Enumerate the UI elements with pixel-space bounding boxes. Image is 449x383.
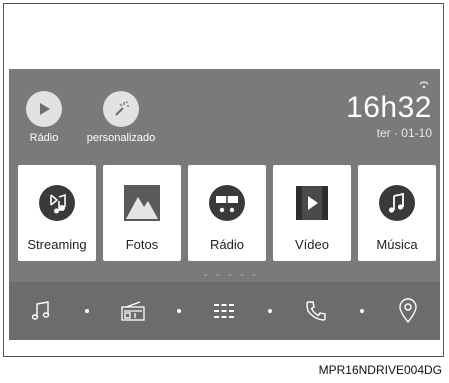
app-tile-fotos[interactable]: Fotos [103, 165, 181, 261]
quick-action-label: personalizado [86, 132, 156, 144]
clock-time: 16h32 [346, 91, 432, 124]
app-tile-label: Fotos [125, 237, 159, 252]
app-tile-label: Streaming [27, 237, 87, 252]
top-bar: Rádio personalizado 16h32 ter · 01-10 [9, 69, 440, 164]
dock-separator [176, 309, 181, 313]
app-tile-label: Música [376, 237, 418, 252]
phone-icon[interactable] [296, 291, 336, 331]
play-icon [26, 91, 62, 127]
app-tile-label: Vídeo [295, 237, 329, 252]
dock-separator [268, 309, 273, 313]
infotainment-screen: Rádio personalizado 16h32 ter · 01-10 St… [9, 69, 440, 340]
quick-action-label: Rádio [29, 132, 59, 144]
music-icon[interactable] [21, 291, 61, 331]
radio-icon[interactable] [113, 291, 153, 331]
dock-separator [84, 309, 89, 313]
video-icon [273, 183, 351, 223]
app-tile-musica[interactable]: Música [358, 165, 436, 261]
app-tile-radio[interactable]: Rádio [188, 165, 266, 261]
app-tile-label: Rádio [210, 237, 244, 252]
dock-separator [360, 309, 365, 313]
quick-action-radio[interactable]: Rádio [14, 91, 74, 144]
app-tile-video[interactable]: Vídeo [273, 165, 351, 261]
bottom-dock [9, 282, 440, 340]
music-note-icon [358, 183, 436, 223]
app-tile-streaming[interactable]: Streaming [18, 165, 96, 261]
page-indicator: - - - - - [204, 270, 259, 281]
clock-date: ter · 01-10 [376, 126, 432, 140]
magic-wand-icon [103, 91, 139, 127]
radio-dial-icon [188, 183, 266, 223]
quick-action-personalizado[interactable]: personalizado [81, 91, 161, 144]
figure-caption: MPR16NDRIVE004DG [318, 363, 442, 377]
app-tiles: Streaming Fotos Rádio Vídeo Música [18, 165, 436, 263]
apps-grid-icon[interactable] [204, 291, 244, 331]
bluetooth-music-icon [18, 183, 96, 223]
photos-icon [103, 183, 181, 223]
location-pin-icon[interactable] [388, 291, 428, 331]
